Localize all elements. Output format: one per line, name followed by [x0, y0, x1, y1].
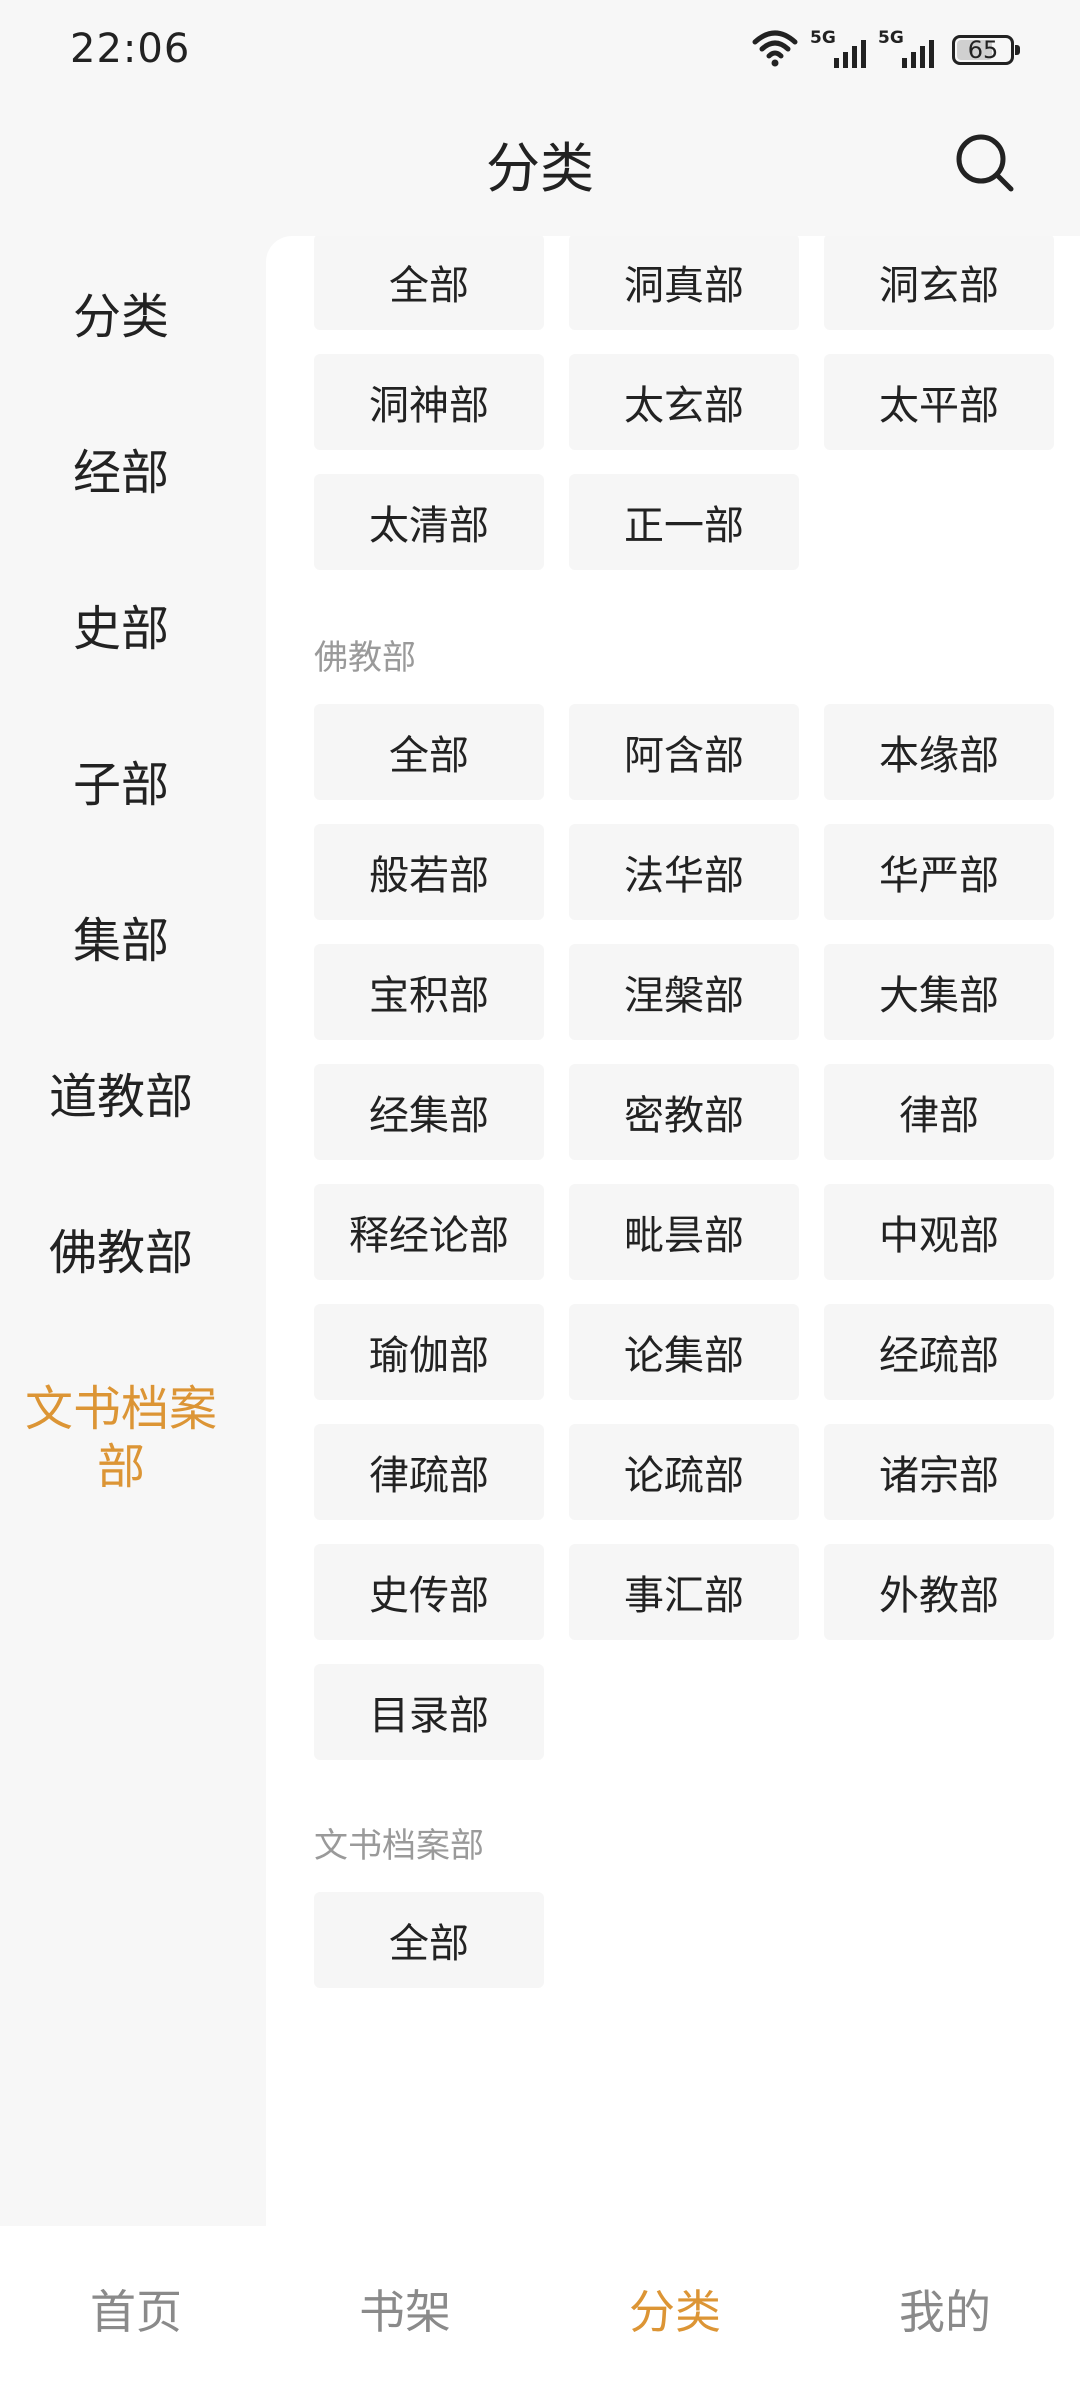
category-chip[interactable]: 华严部: [824, 824, 1054, 920]
category-chip[interactable]: 洞神部: [314, 354, 544, 450]
sidebar-item-fenlei[interactable]: 分类: [0, 288, 242, 346]
section-title-buddhism: 佛教部: [314, 638, 416, 678]
category-chip[interactable]: 经集部: [314, 1064, 544, 1160]
category-chip[interactable]: 瑜伽部: [314, 1304, 544, 1400]
battery-level: 65: [967, 36, 999, 64]
wifi-icon: [752, 28, 798, 72]
status-time: 22:06: [70, 26, 191, 72]
sidebar-item-wenshudanganbu[interactable]: 文书档案 部: [0, 1380, 242, 1496]
category-chip[interactable]: 史传部: [314, 1544, 544, 1640]
category-chip[interactable]: 外教部: [824, 1544, 1054, 1640]
header: 分类: [0, 100, 1080, 230]
battery-icon: 65: [952, 35, 1020, 65]
category-chip[interactable]: 太平部: [824, 354, 1054, 450]
sidebar-item-zibu[interactable]: 子部: [0, 756, 242, 814]
category-chip[interactable]: 太清部: [314, 474, 544, 570]
page-title: 分类: [486, 137, 594, 200]
category-chip[interactable]: 般若部: [314, 824, 544, 920]
cellular-signal-icon: 5G: [810, 28, 866, 72]
category-chip[interactable]: 诸宗部: [824, 1424, 1054, 1520]
category-chip[interactable]: 涅槃部: [569, 944, 799, 1040]
category-sidebar: 分类 经部 史部 子部 集部 道教部 佛教部 文书档案 部: [0, 240, 266, 2230]
network-type-label-2: 5G: [878, 28, 904, 48]
category-chip[interactable]: 阿含部: [569, 704, 799, 800]
category-chip[interactable]: 大集部: [824, 944, 1054, 1040]
sidebar-item-shibu[interactable]: 史部: [0, 600, 242, 658]
category-chip[interactable]: 正一部: [569, 474, 799, 570]
search-icon: [953, 131, 1017, 199]
category-chip[interactable]: 宝积部: [314, 944, 544, 1040]
nav-category[interactable]: 分类: [575, 2276, 775, 2342]
category-chip[interactable]: 洞玄部: [824, 236, 1054, 330]
bottom-nav: 首页 书架 分类 我的: [0, 2226, 1080, 2400]
category-chip[interactable]: 目录部: [314, 1664, 544, 1760]
category-chip[interactable]: 全部: [314, 236, 544, 330]
archives-grid: 全部: [314, 1892, 1054, 1988]
nav-bookshelf[interactable]: 书架: [305, 2276, 505, 2342]
category-chip[interactable]: 全部: [314, 1892, 544, 1988]
category-chip[interactable]: 释经论部: [314, 1184, 544, 1280]
category-chip[interactable]: 毗昙部: [569, 1184, 799, 1280]
sidebar-item-jibu[interactable]: 集部: [0, 912, 242, 970]
cellular-signal-icon-2: 5G: [878, 28, 934, 72]
category-chip[interactable]: 全部: [314, 704, 544, 800]
nav-home[interactable]: 首页: [36, 2276, 236, 2342]
category-chip[interactable]: 经疏部: [824, 1304, 1054, 1400]
category-chip[interactable]: 论集部: [569, 1304, 799, 1400]
search-button[interactable]: [940, 120, 1030, 210]
status-bar: 22:06 5G 5G 65: [0, 0, 1080, 100]
category-chip[interactable]: 法华部: [569, 824, 799, 920]
category-chip[interactable]: 太玄部: [569, 354, 799, 450]
section-title-archives: 文书档案部: [314, 1826, 484, 1866]
sidebar-item-jingbu[interactable]: 经部: [0, 444, 242, 502]
status-icons: 5G 5G 65: [752, 26, 1020, 74]
taoism-grid: 全部 洞真部 洞玄部 洞神部 太玄部 太平部 太清部 正一部: [314, 236, 1054, 570]
category-chip[interactable]: 本缘部: [824, 704, 1054, 800]
category-chip[interactable]: 律部: [824, 1064, 1054, 1160]
category-chip[interactable]: 论疏部: [569, 1424, 799, 1520]
buddhism-grid: 全部 阿含部 本缘部 般若部 法华部 华严部 宝积部 涅槃部 大集部 经集部 密…: [314, 704, 1054, 1760]
nav-mine[interactable]: 我的: [845, 2276, 1045, 2342]
sidebar-item-fojiaobu[interactable]: 佛教部: [0, 1224, 242, 1282]
category-chip[interactable]: 密教部: [569, 1064, 799, 1160]
network-type-label: 5G: [810, 28, 836, 48]
sidebar-item-daojiaobu[interactable]: 道教部: [0, 1068, 242, 1126]
category-chip[interactable]: 洞真部: [569, 236, 799, 330]
category-chip[interactable]: 律疏部: [314, 1424, 544, 1520]
category-content: 全部 洞真部 洞玄部 洞神部 太玄部 太平部 太清部 正一部 佛教部 全部 阿含…: [266, 236, 1080, 2226]
category-chip[interactable]: 中观部: [824, 1184, 1054, 1280]
category-chip[interactable]: 事汇部: [569, 1544, 799, 1640]
